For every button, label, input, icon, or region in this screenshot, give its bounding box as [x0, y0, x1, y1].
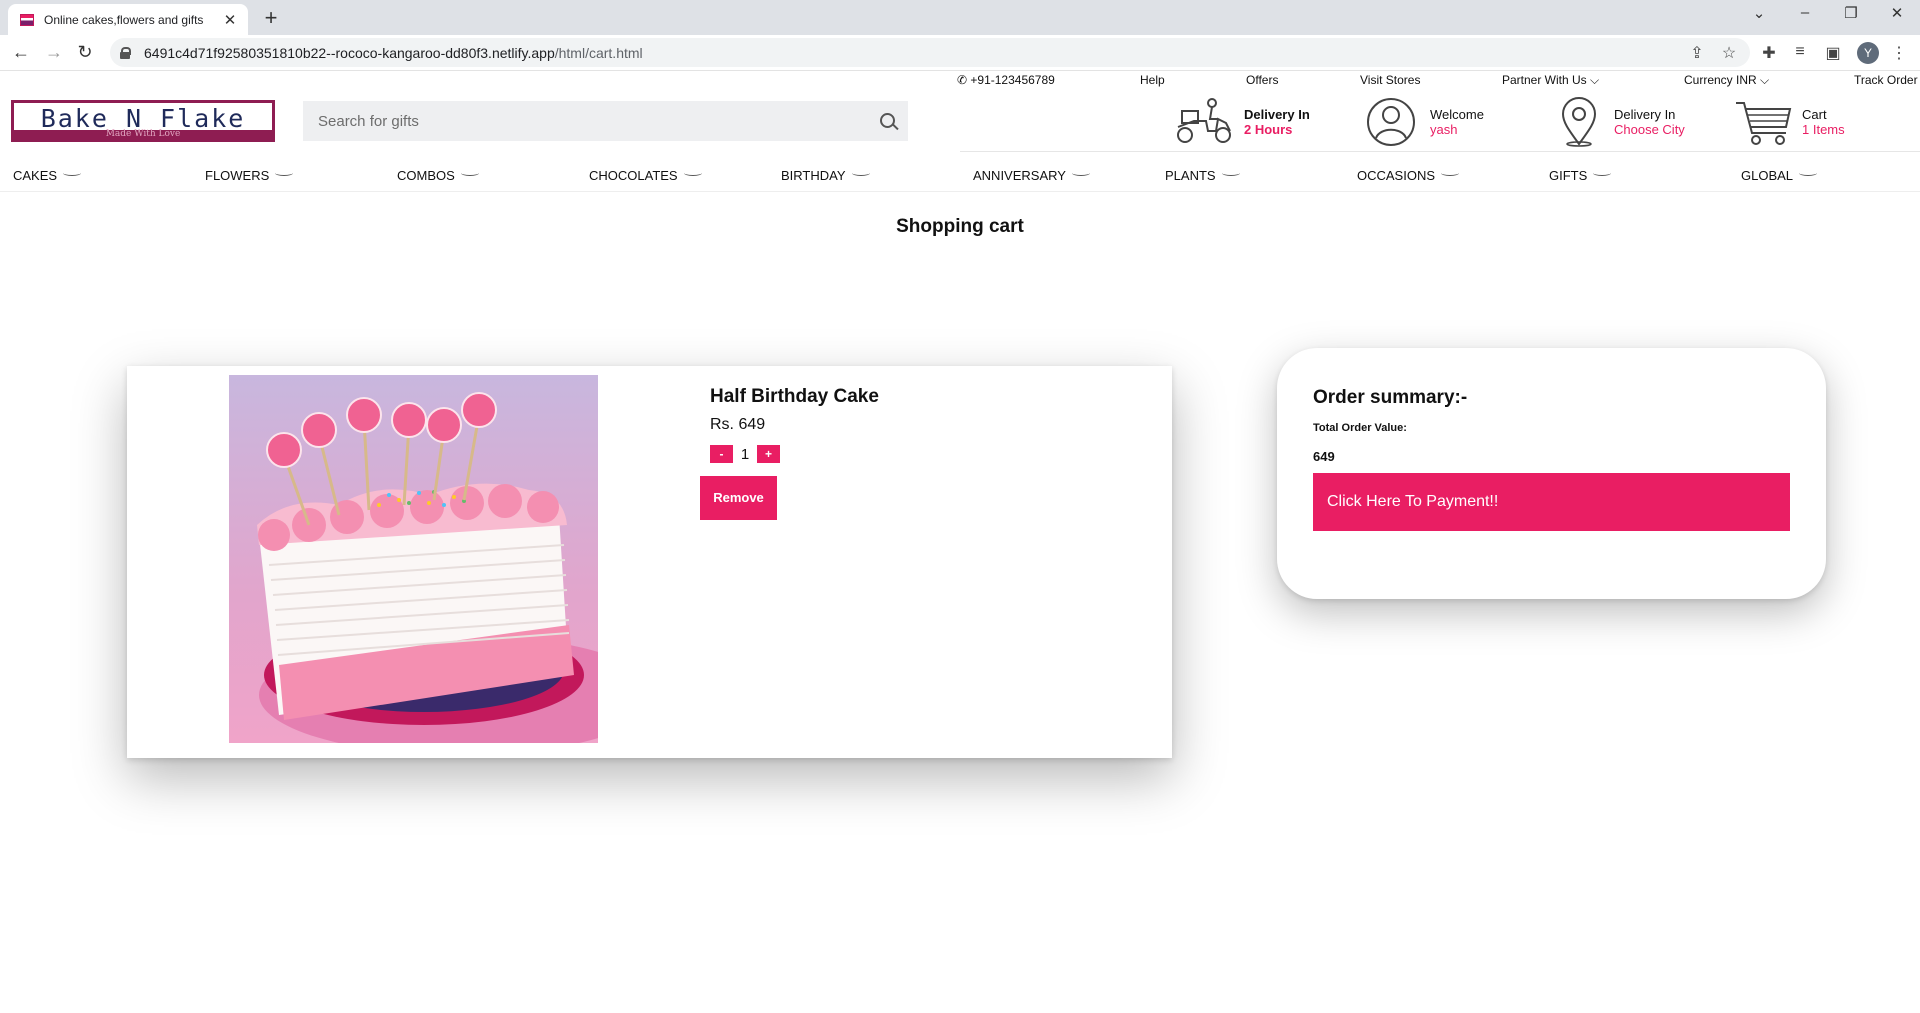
chevron-down-icon [1799, 170, 1818, 176]
payment-button[interactable]: Click Here To Payment!! [1313, 473, 1790, 531]
tab-search-icon[interactable]: ⌄ [1739, 4, 1779, 22]
partner-link[interactable]: Partner With Us ⌵ [1502, 73, 1599, 88]
chevron-down-icon [1593, 170, 1612, 176]
chevron-down-icon [460, 170, 479, 176]
welcome-label: Welcome [1430, 107, 1484, 122]
menu-dots-icon[interactable]: ⋮ [1888, 43, 1910, 63]
category-menu: CAKES FLOWERS COMBOS CHOCOLATES BIRTHDAY… [0, 160, 1920, 192]
browser-tab[interactable]: Online cakes,flowers and gifts ✕ [8, 4, 248, 35]
close-tab-icon[interactable]: ✕ [222, 11, 238, 29]
forward-icon[interactable]: → [42, 42, 66, 63]
chevron-down-icon: ⌵ [1590, 73, 1600, 87]
delivery-location-info[interactable]: Delivery In Choose City [1558, 97, 1685, 147]
profile-avatar[interactable]: Y [1857, 42, 1879, 64]
decrease-qty-button[interactable]: - [710, 445, 733, 463]
delivery-time-info[interactable]: Delivery In 2 Hours [1172, 97, 1310, 147]
cart-icon [1736, 102, 1792, 145]
menu-item-gifts[interactable]: GIFTS [1549, 168, 1612, 183]
share-icon[interactable]: ⇪ [1686, 43, 1708, 63]
address-bar[interactable]: 6491c4d71f92580351810b22--rococo-kangaro… [110, 38, 1750, 67]
total-order-value: 649 [1313, 449, 1335, 464]
site-logo[interactable]: Bake N Flake Made With Love [11, 100, 275, 142]
search-input[interactable]: Search for gifts [318, 113, 868, 130]
side-panel-icon[interactable]: ▣ [1822, 43, 1844, 63]
chevron-down-icon [275, 170, 294, 176]
minimize-icon[interactable]: – [1785, 4, 1825, 21]
back-icon[interactable]: ← [9, 42, 33, 63]
cart-label: Cart [1802, 107, 1827, 122]
chevron-down-icon [1441, 170, 1460, 176]
search-icon[interactable] [868, 101, 908, 141]
reading-list-icon[interactable]: ≡ [1789, 43, 1811, 61]
url-path: /html/cart.html [554, 44, 643, 61]
order-summary-title: Order summary:- [1313, 387, 1468, 408]
cart-item-card: Half Birthday Cake Rs. 649 - 1 + Remove [127, 366, 1172, 758]
browser-tab-bar: Online cakes,flowers and gifts ✕ + ⌄ – ❐… [0, 0, 1920, 35]
url-host: 6491c4d71f92580351810b22--rococo-kangaro… [144, 44, 555, 61]
lock-icon [120, 46, 131, 59]
delivery-time-label: Delivery In [1244, 107, 1310, 122]
menu-item-plants[interactable]: PLANTS [1165, 168, 1240, 183]
close-window-icon[interactable]: ✕ [1877, 4, 1917, 22]
divider [960, 151, 1920, 152]
menu-item-chocolates[interactable]: CHOCOLATES [589, 168, 702, 183]
offers-link[interactable]: Offers [1246, 73, 1278, 87]
reload-icon[interactable]: ↻ [73, 42, 97, 63]
currency-select[interactable]: Currency INR ⌵ [1684, 73, 1769, 88]
restore-icon[interactable]: ❐ [1831, 4, 1871, 22]
chevron-down-icon [1221, 170, 1240, 176]
product-price: Rs. 649 [710, 416, 766, 433]
menu-item-anniversary[interactable]: ANNIVERSARY [973, 168, 1090, 183]
scooter-icon [1177, 98, 1231, 143]
search-bar[interactable]: Search for gifts [303, 101, 908, 141]
increase-qty-button[interactable]: + [757, 445, 780, 463]
total-order-label: Total Order Value: [1313, 422, 1407, 434]
chevron-down-icon [1071, 170, 1090, 176]
cart-info[interactable]: Cart 1 Items [1734, 97, 1845, 147]
chevron-down-icon [683, 170, 702, 176]
browser-toolbar: ← → ↻ 6491c4d71f92580351810b22--rococo-k… [0, 35, 1920, 71]
account-info[interactable]: Welcome yash [1366, 97, 1484, 147]
phone-link[interactable]: ✆ +91-123456789 [957, 73, 1055, 87]
menu-item-cakes[interactable]: CAKES [13, 168, 82, 183]
chevron-down-icon [63, 170, 82, 176]
username: yash [1430, 122, 1458, 137]
logo-tagline: Made With Love [14, 130, 272, 139]
delivery-time-value: 2 Hours [1244, 122, 1293, 137]
chevron-down-icon [851, 170, 870, 176]
bookmark-star-icon[interactable]: ☆ [1718, 43, 1740, 63]
visit-stores-link[interactable]: Visit Stores [1360, 73, 1420, 87]
remove-button[interactable]: Remove [700, 476, 777, 520]
phone-icon: ✆ [957, 73, 968, 87]
product-image [229, 375, 598, 743]
tab-title: Online cakes,flowers and gifts [44, 12, 204, 27]
menu-item-flowers[interactable]: FLOWERS [205, 168, 294, 183]
delivery-city-label: Delivery In [1614, 107, 1676, 122]
track-order-link[interactable]: Track Order [1854, 73, 1918, 87]
menu-item-combos[interactable]: COMBOS [397, 168, 479, 183]
site-topbar: ✆ +91-123456789 Help Offers Visit Stores… [0, 71, 1920, 91]
menu-item-birthday[interactable]: BIRTHDAY [781, 168, 870, 183]
favicon-icon [20, 13, 34, 26]
new-tab-icon[interactable]: + [258, 5, 284, 31]
order-summary-card: Order summary:- Total Order Value: 649 C… [1277, 348, 1826, 599]
quantity-stepper: - 1 + [710, 445, 780, 463]
menu-item-occasions[interactable]: OCCASIONS [1357, 168, 1460, 183]
delivery-city-value: Choose City [1614, 122, 1685, 137]
user-icon [1367, 98, 1415, 146]
cart-count: 1 Items [1802, 122, 1845, 137]
product-name: Half Birthday Cake [710, 386, 879, 407]
location-pin-icon [1561, 97, 1597, 147]
quantity-value: 1 [740, 445, 750, 463]
help-link[interactable]: Help [1140, 73, 1165, 87]
cake-illustration [257, 392, 598, 743]
menu-item-global[interactable]: GLOBAL [1741, 168, 1818, 183]
chevron-down-icon: ⌵ [1760, 73, 1770, 87]
page-title: Shopping cart [896, 216, 1024, 237]
extensions-icon[interactable]: ✚ [1758, 43, 1780, 63]
